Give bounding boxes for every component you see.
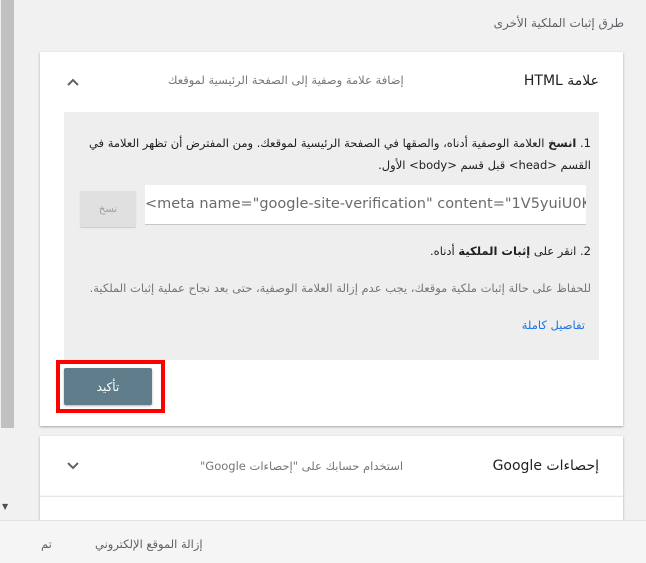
- step1-number: 1.: [580, 136, 591, 150]
- chevron-down-icon[interactable]: [66, 459, 80, 473]
- scroll-down-arrow-icon[interactable]: ▼: [2, 502, 8, 511]
- vertical-scrollbar[interactable]: ▼: [0, 0, 16, 520]
- step1-instructions: 1. انسخ العلامة الوصفية أدناه، والصقها ف…: [71, 132, 591, 176]
- chevron-up-icon[interactable]: [66, 75, 80, 89]
- step1-copy-word: انسخ: [548, 136, 577, 150]
- step1-text-part1: العلامة الوصفية أدناه، والصقها في الصفحة…: [88, 136, 549, 150]
- scrollbar-thumb[interactable]: [1, 0, 14, 428]
- verify-button[interactable]: تأكيد: [64, 368, 152, 405]
- step1-text-part2: القسم <head> قبل قسم <body> الأول.: [378, 158, 591, 172]
- keep-tag-note: للحفاظ على حالة إثبات ملكية موقعك، يجب ع…: [89, 281, 591, 295]
- section-title: طرق إثبات الملكية الأخرى: [493, 16, 624, 30]
- done-button[interactable]: تم: [41, 537, 52, 551]
- google-analytics-card-title[interactable]: إحصاءات Google: [493, 458, 599, 474]
- step2-instructions: 2. انقر على إثبات الملكية أدناه.: [430, 244, 591, 258]
- google-analytics-card[interactable]: إحصاءات Google استخدام حسابك على "إحصاءا…: [40, 436, 623, 496]
- copy-button[interactable]: نسخ: [80, 191, 136, 227]
- dialog-footer: إزالة الموقع الإلكتروني تم: [0, 520, 646, 563]
- html-tag-card-subtitle[interactable]: إضافة علامة وصفية إلى الصفحة الرئيسية لم…: [168, 73, 404, 87]
- google-analytics-card-subtitle[interactable]: استخدام حسابك على "إحصاءات Google": [200, 459, 403, 473]
- step2-text-after: أدناه.: [430, 244, 459, 258]
- step2-text-before: انقر على: [530, 244, 581, 258]
- remove-site-button[interactable]: إزالة الموقع الإلكتروني: [95, 537, 203, 551]
- full-details-link[interactable]: تفاصيل كاملة: [522, 318, 585, 332]
- instructions-panel: 1. انسخ العلامة الوصفية أدناه، والصقها ف…: [64, 112, 599, 360]
- html-tag-card-title[interactable]: علامة HTML: [524, 73, 599, 89]
- step2-number: 2.: [580, 244, 591, 258]
- meta-tag-field[interactable]: <meta name="google-site-verification" co…: [145, 185, 586, 225]
- meta-tag-value[interactable]: <meta name="google-site-verification" co…: [145, 196, 586, 212]
- next-method-card[interactable]: [40, 496, 623, 520]
- verification-methods-panel: طرق إثبات الملكية الأخرى علامة HTML إضاف…: [16, 0, 646, 520]
- step2-bold: إثبات الملكية: [458, 244, 531, 258]
